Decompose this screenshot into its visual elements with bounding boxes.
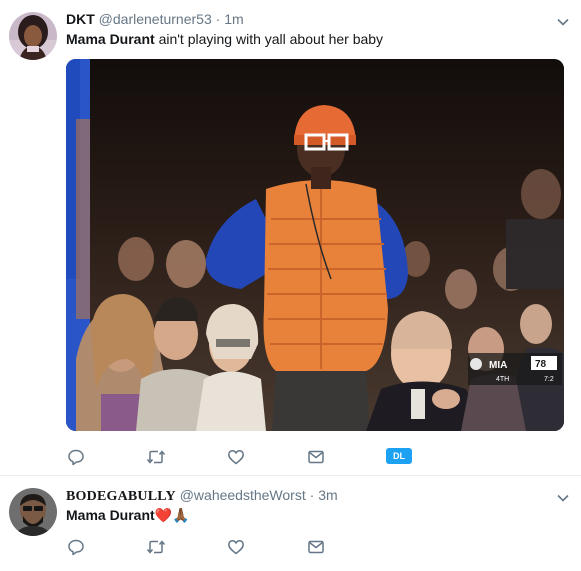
tweet-actions: DL [66,447,466,467]
tweet-text-rest: ain't playing with yall about her baby [154,31,384,47]
timestamp[interactable]: 3m [318,487,337,503]
avatar[interactable] [9,12,57,60]
chevron-down-icon[interactable] [555,490,571,506]
display-name[interactable]: BODEGABULLY [66,489,176,504]
tweet-emoji: ❤️🙏🏾 [154,507,190,523]
download-badge[interactable]: DL [386,448,412,464]
separator-dot: · [215,11,221,27]
scoreboard-score: 78 [535,359,547,370]
timestamp[interactable]: 1m [224,11,243,27]
retweet-icon[interactable] [146,447,166,467]
retweet-icon[interactable] [146,537,166,557]
like-icon[interactable] [226,537,246,557]
tweet-text-bold: Mama Durant [66,507,155,523]
message-icon[interactable] [306,537,326,557]
user-handle[interactable]: @darleneturner53 [99,11,212,27]
reply-icon[interactable] [66,537,86,557]
user-handle[interactable]: @waheedstheWorst [180,487,306,503]
like-icon[interactable] [226,447,246,467]
tweet-text-bold: Mama Durant [66,31,155,47]
tweet[interactable]: BODEGABULLY @waheedstheWorst · 3m Mama D… [0,476,581,571]
tweet-media-image[interactable]: MIA 78 4TH 7:2 [66,59,564,431]
message-icon[interactable] [306,447,326,467]
tweet[interactable]: DKT @darleneturner53 · 1m Mama Durant ai… [0,0,581,476]
scoreboard-clock: 7:2 [544,376,554,383]
reply-icon[interactable] [66,447,86,467]
scoreboard-period: 4TH [496,376,509,383]
tweet-header: BODEGABULLY @waheedstheWorst · 3m [66,486,338,506]
tweet-text: Mama Durant❤️🙏🏾 [66,506,190,525]
tweet-text: Mama Durant ain't playing with yall abou… [66,30,383,49]
scoreboard-overlay: MIA 78 4TH 7:2 [468,353,562,385]
separator-dot: · [309,487,315,503]
scoreboard-team: MIA [489,360,507,371]
display-name[interactable]: DKT [66,11,95,27]
tweet-actions [66,537,466,557]
chevron-down-icon[interactable] [555,14,571,30]
tweet-header: DKT @darleneturner53 · 1m [66,10,244,28]
avatar[interactable] [9,488,57,536]
